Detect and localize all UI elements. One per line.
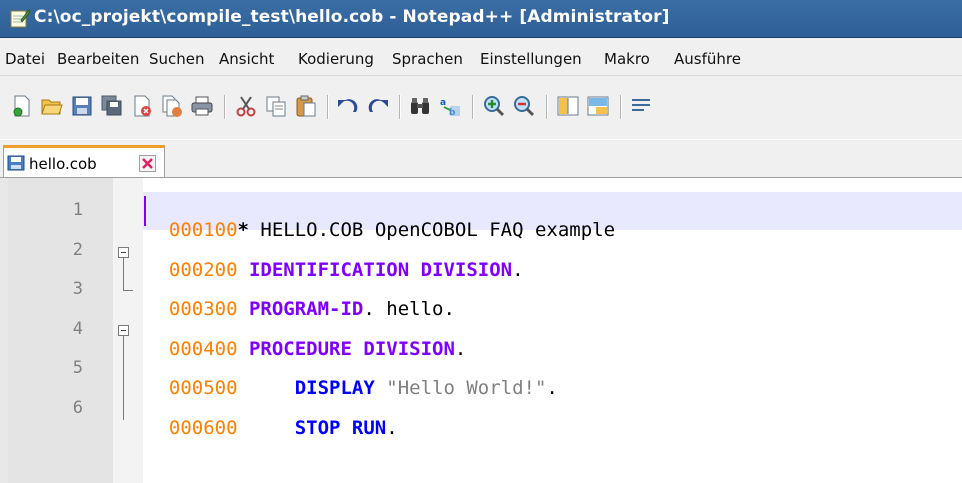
code-token: . bbox=[386, 417, 398, 439]
menu-einstellungen[interactable]: Einstellungen bbox=[480, 50, 582, 68]
undo-icon[interactable] bbox=[336, 94, 360, 118]
code-keyword: STOP RUN bbox=[294, 417, 387, 439]
menu-suchen[interactable]: Suchen bbox=[149, 50, 205, 68]
redo-icon[interactable] bbox=[366, 94, 390, 118]
window-title: C:\oc_projekt\compile_test\hello.cob - N… bbox=[34, 7, 670, 27]
code-line[interactable]: 000200 IDENTIFICATION DIVISION. bbox=[146, 237, 524, 281]
fold-toggle-icon[interactable] bbox=[118, 325, 129, 336]
tab-bar: hello.cob bbox=[0, 140, 962, 178]
toolbar-separator bbox=[399, 95, 401, 119]
menu-makro[interactable]: Makro bbox=[604, 50, 650, 68]
menu-datei[interactable]: Datei bbox=[5, 50, 45, 68]
toolbar-separator bbox=[224, 95, 226, 119]
new-file-icon[interactable] bbox=[10, 94, 34, 118]
find-icon[interactable] bbox=[408, 94, 432, 118]
print-icon[interactable] bbox=[190, 94, 214, 118]
code-line[interactable]: 000600 STOP RUN. bbox=[146, 395, 398, 439]
close-all-icon[interactable] bbox=[160, 94, 184, 118]
saved-file-icon bbox=[7, 155, 25, 171]
menu-bar: Datei Bearbeiten Suchen Ansicht Kodierun… bbox=[0, 38, 962, 76]
sync-vertical-icon[interactable] bbox=[556, 94, 580, 118]
tab-hello-cob[interactable]: hello.cob bbox=[3, 145, 165, 177]
fold-end bbox=[123, 290, 133, 291]
code-line[interactable]: 000500 DISPLAY "Hello World!". bbox=[146, 355, 558, 399]
code-line[interactable]: 000400 PROCEDURE DIVISION. bbox=[146, 316, 466, 360]
code-string: "Hello World!" bbox=[386, 377, 547, 399]
fold-line bbox=[123, 258, 124, 290]
toolbar-separator bbox=[546, 95, 548, 119]
sync-horizontal-icon[interactable] bbox=[586, 94, 610, 118]
open-file-icon[interactable] bbox=[40, 94, 64, 118]
toolbar: a b bbox=[0, 76, 962, 139]
toolbar-separator bbox=[327, 95, 329, 119]
notepadpp-app-icon[interactable] bbox=[9, 8, 31, 28]
copy-icon[interactable] bbox=[264, 94, 288, 118]
sequence-number: 000600 bbox=[168, 417, 238, 439]
toolbar-separator bbox=[620, 95, 622, 119]
toolbar-separator bbox=[472, 95, 474, 119]
zoom-out-icon[interactable] bbox=[512, 94, 536, 118]
menu-ausfuehren[interactable]: Ausführe bbox=[674, 50, 741, 68]
menu-bearbeiten[interactable]: Bearbeiten bbox=[57, 50, 139, 68]
close-icon[interactable] bbox=[130, 94, 154, 118]
fold-toggle-icon[interactable] bbox=[118, 247, 129, 258]
line-number: 3 bbox=[72, 279, 83, 299]
menu-kodierung[interactable]: Kodierung bbox=[298, 50, 374, 68]
close-tab-icon[interactable] bbox=[139, 155, 156, 172]
word-wrap-icon[interactable] bbox=[630, 94, 654, 118]
line-number: 5 bbox=[72, 358, 83, 378]
title-bar: C:\oc_projekt\compile_test\hello.cob - N… bbox=[0, 0, 962, 38]
code-line[interactable]: 000300 PROGRAM-ID. hello. bbox=[146, 276, 455, 320]
line-number: 1 bbox=[72, 200, 83, 220]
tab-label: hello.cob bbox=[29, 155, 97, 173]
save-all-icon[interactable] bbox=[100, 94, 124, 118]
menu-ansicht[interactable]: Ansicht bbox=[219, 50, 274, 68]
line-number: 4 bbox=[72, 319, 83, 339]
zoom-in-icon[interactable] bbox=[482, 94, 506, 118]
line-number: 6 bbox=[72, 398, 83, 418]
replace-icon[interactable]: a b bbox=[438, 94, 462, 118]
code-token: . bbox=[546, 377, 558, 399]
cut-icon[interactable] bbox=[234, 94, 258, 118]
line-number: 2 bbox=[72, 240, 83, 260]
fold-line bbox=[123, 336, 124, 420]
text-caret bbox=[144, 196, 146, 226]
save-icon[interactable] bbox=[70, 94, 94, 118]
paste-icon[interactable] bbox=[294, 94, 318, 118]
code-line[interactable]: 000100* HELLO.COB OpenCOBOL FAQ example bbox=[146, 197, 615, 241]
menu-sprachen[interactable]: Sprachen bbox=[392, 50, 463, 68]
code-token: . bbox=[512, 259, 524, 281]
